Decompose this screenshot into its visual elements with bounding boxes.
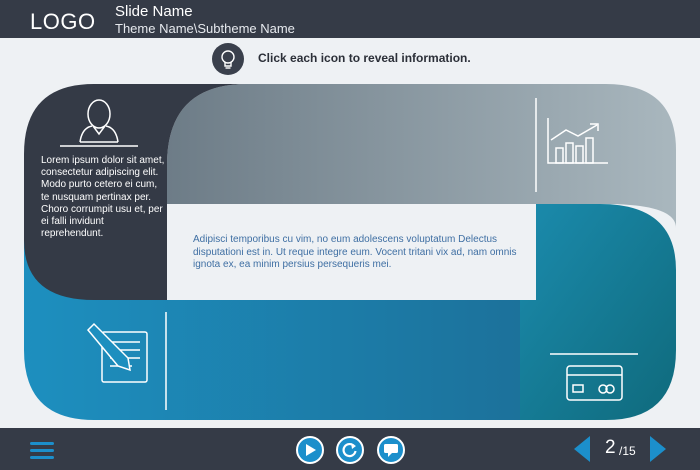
play-icon [306, 444, 316, 456]
center-description: Adipisci temporibus cu vim, no eum adole… [193, 234, 517, 270]
profile-description: Lorem ipsum dolor sit amet, consectetur … [41, 155, 165, 240]
hamburger-menu-icon[interactable] [30, 440, 54, 460]
comment-icon [384, 444, 398, 457]
current-page-number: 2 [605, 437, 616, 458]
next-page-button[interactable] [648, 434, 668, 464]
payment-panel[interactable] [520, 204, 676, 420]
comment-button[interactable] [377, 436, 405, 464]
previous-page-button[interactable] [572, 434, 592, 464]
replay-icon [342, 443, 357, 458]
replay-button[interactable] [336, 436, 364, 464]
total-pages: /15 [619, 444, 636, 458]
play-button[interactable] [296, 436, 324, 464]
